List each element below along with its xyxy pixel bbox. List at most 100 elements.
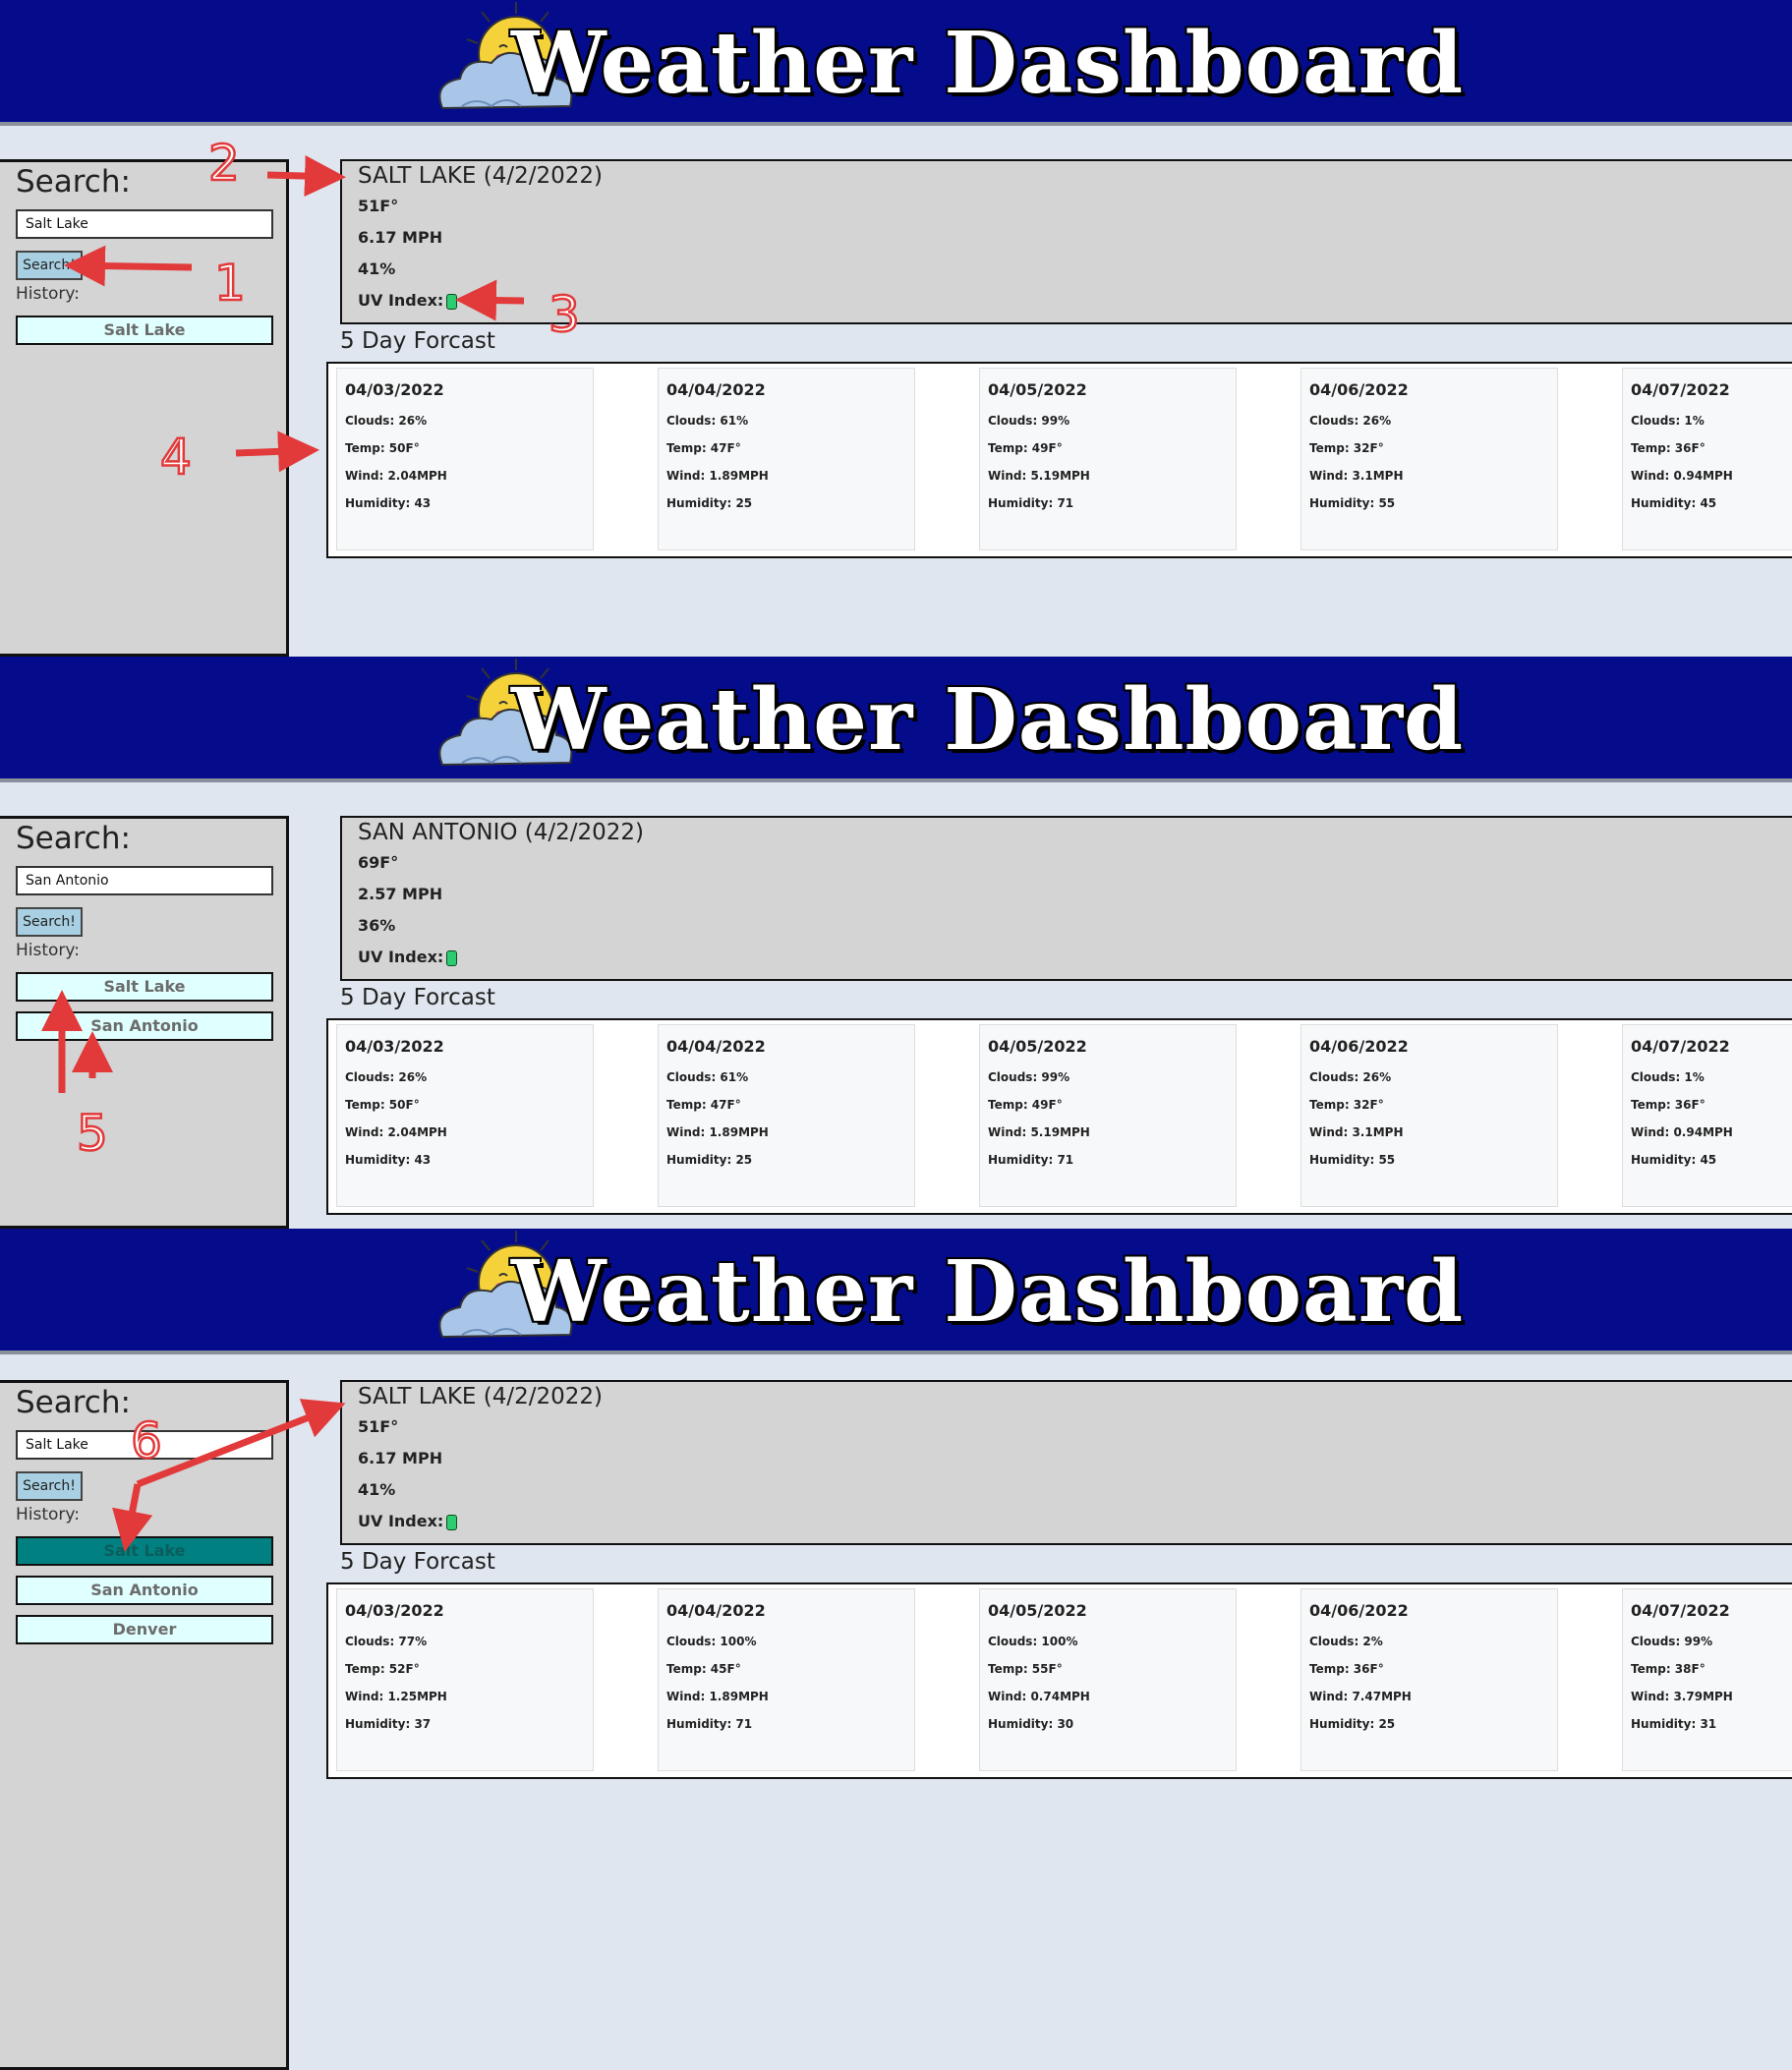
forecast-wind: Wind: 1.25MPH (345, 1690, 447, 1703)
current-city-date: SAN ANTONIO (4/2/2022) (358, 820, 645, 845)
forecast-wind: Wind: 3.1MPH (1309, 469, 1404, 483)
forecast-humidity: Humidity: 71 (988, 1153, 1074, 1167)
search-sidebar: Search: Search! History: Salt Lake San Anton… (0, 816, 289, 1229)
current-temp: 51F° (358, 1417, 399, 1436)
forecast-humidity: Humidity: 30 (988, 1717, 1074, 1731)
forecast-card: 04/06/2022 Clouds: 26% Temp: 32F° Wind: 3.1… (1301, 1024, 1558, 1207)
forecast-heading: 5 Day Forcast (340, 328, 495, 354)
forecast-date: 04/07/2022 (1631, 380, 1730, 399)
search-input[interactable] (16, 209, 273, 239)
search-input[interactable] (16, 1430, 273, 1460)
uv-index-label: UV Index: (358, 948, 444, 966)
forecast-card: 04/06/2022 Clouds: 2% Temp: 36F° Wind: 7.47… (1301, 1588, 1558, 1771)
history-item[interactable]: San Antonio (16, 1576, 273, 1605)
forecast-humidity: Humidity: 25 (666, 496, 753, 510)
current-humidity: 41% (358, 1480, 396, 1499)
forecast-wind: Wind: 5.19MPH (988, 1125, 1090, 1139)
forecast-date: 04/06/2022 (1309, 380, 1409, 399)
current-weather-card: SALT LAKE (4/2/2022) 51F° 6.17 MPH 41% UV In… (340, 1380, 1792, 1545)
forecast-wind: Wind: 2.04MPH (345, 469, 447, 483)
forecast-humidity: Humidity: 25 (666, 1153, 753, 1167)
app-header: Weather Dashboard (0, 657, 1792, 782)
forecast-card: 04/04/2022 Clouds: 61% Temp: 47F° Wind: 1.8… (658, 1024, 915, 1207)
forecast-date: 04/05/2022 (988, 1037, 1087, 1056)
history-item[interactable]: Salt Lake (16, 316, 273, 345)
forecast-wind: Wind: 1.89MPH (666, 1690, 769, 1703)
forecast-temp: Temp: 36F° (1631, 1098, 1705, 1112)
forecast-clouds: Clouds: 26% (1309, 1070, 1392, 1084)
forecast-wind: Wind: 2.04MPH (345, 1125, 447, 1139)
forecast-wind: Wind: 0.94MPH (1631, 1125, 1733, 1139)
forecast-date: 04/03/2022 (345, 380, 444, 399)
forecast-clouds: Clouds: 99% (988, 1070, 1070, 1084)
history-item[interactable]: Salt Lake (16, 1536, 273, 1566)
search-button[interactable]: Search! (16, 1471, 83, 1501)
history-heading: History: (16, 1505, 80, 1524)
current-temp: 69F° (358, 853, 399, 872)
forecast-clouds: Clouds: 61% (666, 414, 749, 428)
forecast-card: 04/06/2022 Clouds: 26% Temp: 32F° Wind: 3.1… (1301, 368, 1558, 550)
forecast-clouds: Clouds: 99% (1631, 1635, 1713, 1648)
forecast-date: 04/04/2022 (666, 1601, 766, 1620)
search-heading: Search: (16, 1385, 131, 1420)
uv-index-badge (446, 293, 458, 310)
forecast-date: 04/05/2022 (988, 1601, 1087, 1620)
history-item[interactable]: Salt Lake (16, 972, 273, 1002)
search-button[interactable]: Search! (16, 251, 83, 280)
forecast-temp: Temp: 47F° (666, 1098, 741, 1112)
forecast-card: 04/03/2022 Clouds: 26% Temp: 50F° Wind: 2.0… (336, 1024, 594, 1207)
search-sidebar: Search: Search! History: Salt Lake San Anton… (0, 1380, 289, 2070)
forecast-humidity: Humidity: 25 (1309, 1717, 1396, 1731)
forecast-card: 04/03/2022 Clouds: 26% Temp: 50F° Wind: 2.0… (336, 368, 594, 550)
app-title: Weather Dashboard (511, 670, 1465, 770)
forecast-wind: Wind: 7.47MPH (1309, 1690, 1412, 1703)
forecast-temp: Temp: 55F° (988, 1662, 1063, 1676)
forecast-wind: Wind: 5.19MPH (988, 469, 1090, 483)
forecast-date: 04/04/2022 (666, 380, 766, 399)
history-item[interactable]: San Antonio (16, 1011, 273, 1041)
forecast-clouds: Clouds: 2% (1309, 1635, 1383, 1648)
forecast-humidity: Humidity: 71 (988, 496, 1074, 510)
app-title: Weather Dashboard (511, 14, 1465, 113)
current-temp: 51F° (358, 197, 399, 215)
forecast-temp: Temp: 49F° (988, 441, 1063, 455)
forecast-date: 04/06/2022 (1309, 1601, 1409, 1620)
forecast-humidity: Humidity: 37 (345, 1717, 432, 1731)
forecast-date: 04/04/2022 (666, 1037, 766, 1056)
forecast-humidity: Humidity: 55 (1309, 496, 1396, 510)
forecast-wind: Wind: 3.79MPH (1631, 1690, 1733, 1703)
forecast-row: 04/03/2022 Clouds: 77% Temp: 52F° Wind: 1.2… (326, 1582, 1792, 1779)
forecast-humidity: Humidity: 55 (1309, 1153, 1396, 1167)
current-wind: 2.57 MPH (358, 885, 443, 903)
forecast-clouds: Clouds: 100% (666, 1635, 757, 1648)
forecast-date: 04/06/2022 (1309, 1037, 1409, 1056)
forecast-card: 04/07/2022 Clouds: 1% Temp: 36F° Wind: 0.94… (1622, 368, 1792, 550)
current-wind: 6.17 MPH (358, 228, 443, 247)
forecast-card: 04/04/2022 Clouds: 100% Temp: 45F° Wind: 1.… (658, 1588, 915, 1771)
forecast-wind: Wind: 0.74MPH (988, 1690, 1090, 1703)
forecast-wind: Wind: 3.1MPH (1309, 1125, 1404, 1139)
current-city-date: SALT LAKE (4/2/2022) (358, 1384, 604, 1409)
forecast-date: 04/03/2022 (345, 1037, 444, 1056)
forecast-humidity: Humidity: 31 (1631, 1717, 1717, 1731)
search-button[interactable]: Search! (16, 907, 83, 937)
forecast-card: 04/05/2022 Clouds: 99% Temp: 49F° Wind: 5.1… (979, 368, 1237, 550)
forecast-temp: Temp: 49F° (988, 1098, 1063, 1112)
current-uv-row: UV Index: (358, 1512, 458, 1530)
search-input[interactable] (16, 866, 273, 895)
current-uv-row: UV Index: (358, 948, 458, 966)
app-header: Weather Dashboard (0, 1229, 1792, 1354)
uv-index-badge (446, 1514, 458, 1530)
history-item[interactable]: Denver (16, 1615, 273, 1644)
dashboard-panel: Weather DashboardSearch:Search!History:S… (0, 0, 1792, 657)
forecast-clouds: Clouds: 99% (988, 414, 1070, 428)
forecast-humidity: Humidity: 71 (666, 1717, 753, 1731)
forecast-temp: Temp: 32F° (1309, 441, 1384, 455)
forecast-clouds: Clouds: 61% (666, 1070, 749, 1084)
forecast-date: 04/07/2022 (1631, 1037, 1730, 1056)
dashboard-panel: Weather DashboardSearch:Search!History:S… (0, 1229, 1792, 2070)
forecast-row: 04/03/2022 Clouds: 26% Temp: 50F° Wind: 2.0… (326, 362, 1792, 558)
forecast-clouds: Clouds: 77% (345, 1635, 428, 1648)
forecast-card: 04/03/2022 Clouds: 77% Temp: 52F° Wind: 1.2… (336, 1588, 594, 1771)
forecast-temp: Temp: 32F° (1309, 1098, 1384, 1112)
